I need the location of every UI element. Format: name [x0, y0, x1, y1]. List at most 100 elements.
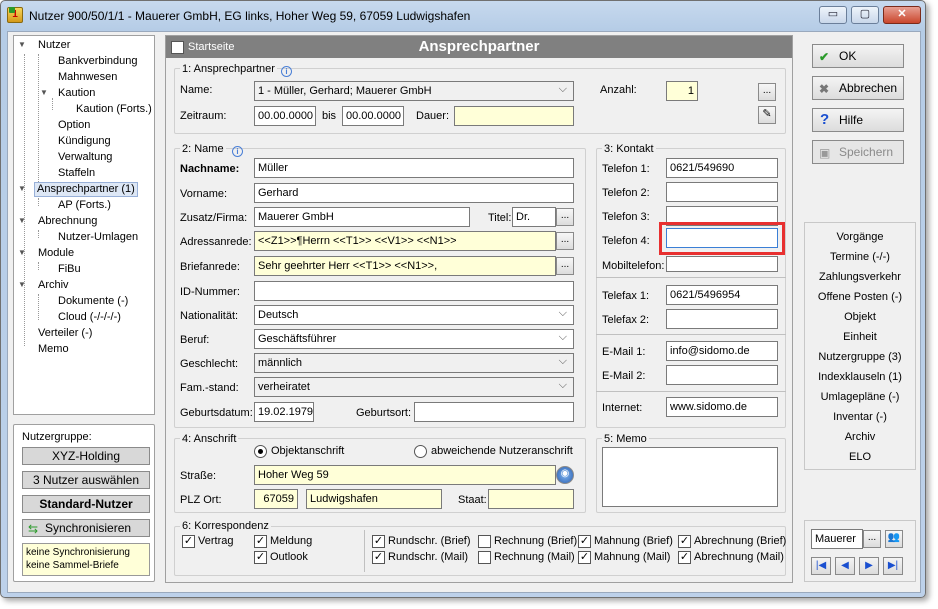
link-einheit[interactable]: Einheit — [805, 331, 915, 343]
link-vorgaenge[interactable]: Vorgänge — [805, 231, 915, 243]
zeitraum-to-input[interactable]: 00.00.0000 — [342, 106, 404, 126]
save-button[interactable]: ▣ Speichern — [812, 140, 904, 164]
info-icon-name[interactable]: i — [232, 146, 243, 157]
telefax1-input[interactable]: 0621/5496954 — [666, 285, 778, 305]
briefanrede-ellipsis-button[interactable]: ... — [556, 257, 574, 275]
geschlecht-select[interactable]: männlich — [254, 353, 574, 373]
titel-ellipsis-button[interactable]: ... — [556, 208, 574, 226]
tree-item-kaution[interactable]: Kaution — [58, 86, 95, 101]
briefanrede-input[interactable]: Sehr geehrter Herr <<T1>> <<N1>>, — [254, 256, 556, 276]
tree-item-kuendigung[interactable]: Kündigung — [58, 134, 111, 149]
note-icon[interactable]: ✎ — [758, 106, 776, 124]
email2-input[interactable] — [666, 365, 778, 385]
nutzeranschrift-radio[interactable] — [414, 445, 427, 458]
link-archiv[interactable]: Archiv — [805, 431, 915, 443]
rechnung-mail-checkbox[interactable] — [478, 551, 491, 564]
telefon2-input[interactable] — [666, 182, 778, 202]
tree-item-mahnwesen[interactable]: Mahnwesen — [58, 70, 117, 85]
geburtsort-input[interactable] — [414, 402, 574, 422]
rundschr-brief-checkbox[interactable]: ✓ — [372, 535, 385, 548]
dauer-input[interactable] — [454, 106, 574, 126]
abrechnung-mail-checkbox[interactable]: ✓ — [678, 551, 691, 564]
beruf-select[interactable]: Geschäftsführer — [254, 329, 574, 349]
vertrag-checkbox[interactable]: ✓ — [182, 535, 195, 548]
link-termine[interactable]: Termine (-/-) — [805, 251, 915, 263]
link-zahlungsverkehr[interactable]: Zahlungsverkehr — [805, 271, 915, 283]
mahnung-brief-checkbox[interactable]: ✓ — [578, 535, 591, 548]
link-offene-posten[interactable]: Offene Posten (-) — [805, 291, 915, 303]
users-icon[interactable]: 👥 — [885, 530, 903, 548]
telefon4-input[interactable] — [666, 228, 778, 248]
tree-item-fibu[interactable]: FiBu — [58, 262, 81, 277]
tree-item-nutzer[interactable]: Nutzer — [38, 38, 70, 53]
telefax2-input[interactable] — [666, 309, 778, 329]
tree-item-nutzer-umlagen[interactable]: Nutzer-Umlagen — [58, 230, 138, 245]
close-button[interactable]: ✕ — [883, 6, 921, 24]
geburtsdatum-input[interactable]: 19.02.1979 — [254, 402, 314, 422]
titel-input[interactable]: Dr. — [512, 207, 556, 227]
tree-item-option[interactable]: Option — [58, 118, 90, 133]
tree-item-memo[interactable]: Memo — [38, 342, 69, 357]
anzahl-ellipsis-button[interactable]: ... — [758, 83, 776, 101]
last-record-button[interactable]: ▶| — [883, 557, 903, 575]
search-input[interactable]: Mauerer — [811, 529, 863, 549]
plz-input[interactable]: 67059 — [254, 489, 298, 509]
id-input[interactable] — [254, 281, 574, 301]
link-inventar[interactable]: Inventar (-) — [805, 411, 915, 423]
link-nutzergruppe[interactable]: Nutzergruppe (3) — [805, 351, 915, 363]
staat-input[interactable] — [488, 489, 574, 509]
meldung-checkbox[interactable]: ✓ — [254, 535, 267, 548]
famstand-select[interactable]: verheiratet — [254, 377, 574, 397]
tree-item-cloud[interactable]: Cloud (-/-/-/-) — [58, 310, 121, 325]
link-elo[interactable]: ELO — [805, 451, 915, 463]
globe-icon[interactable]: ◉ — [556, 466, 574, 484]
adressanrede-ellipsis-button[interactable]: ... — [556, 232, 574, 250]
link-objekt[interactable]: Objekt — [805, 311, 915, 323]
name-select[interactable]: 1 - Müller, Gerhard; Mauerer GmbH — [254, 81, 574, 101]
outlook-checkbox[interactable]: ✓ — [254, 551, 267, 564]
ort-input[interactable]: Ludwigshafen — [306, 489, 442, 509]
link-indexklauseln[interactable]: Indexklauseln (1) — [805, 371, 915, 383]
tree-item-kaution-forts[interactable]: Kaution (Forts.) — [76, 102, 152, 117]
email1-input[interactable]: info@sidomo.de — [666, 341, 778, 361]
zeitraum-from-input[interactable]: 00.00.0000 — [254, 106, 316, 126]
tree-item-verteiler[interactable]: Verteiler (-) — [38, 326, 92, 341]
internet-input[interactable]: www.sidomo.de — [666, 397, 778, 417]
info-icon[interactable]: i — [281, 66, 292, 77]
mobiltelefon-input[interactable] — [666, 256, 778, 272]
first-record-button[interactable]: |◀ — [811, 557, 831, 575]
tree-item-staffeln[interactable]: Staffeln — [58, 166, 95, 181]
objektanschrift-radio[interactable] — [254, 445, 267, 458]
telefon1-input[interactable]: 0621/549690 — [666, 158, 778, 178]
ok-button[interactable]: ✔ OK — [812, 44, 904, 68]
sync-button[interactable]: ⇆ Synchronisieren — [22, 519, 150, 537]
tree-item-dokumente[interactable]: Dokumente (-) — [58, 294, 128, 309]
tree-item-archiv[interactable]: Archiv — [38, 278, 69, 293]
strasse-input[interactable]: Hoher Weg 59 — [254, 465, 556, 485]
next-record-button[interactable]: ▶ — [859, 557, 879, 575]
prev-record-button[interactable]: ◀ — [835, 557, 855, 575]
maximize-button[interactable]: ▢ — [851, 6, 879, 24]
link-umlageplaene[interactable]: Umlagepläne (-) — [805, 391, 915, 403]
tree-item-module[interactable]: Module — [38, 246, 74, 261]
mahnung-mail-checkbox[interactable]: ✓ — [578, 551, 591, 564]
minimize-button[interactable]: ▭ — [819, 6, 847, 24]
select-users-button[interactable]: 3 Nutzer auswählen — [22, 471, 150, 489]
memo-textarea[interactable] — [602, 447, 778, 507]
tree-item-ap-forts[interactable]: AP (Forts.) — [58, 198, 111, 213]
cancel-button[interactable]: ✖ Abbrechen — [812, 76, 904, 100]
nachname-input[interactable]: Müller — [254, 158, 574, 178]
zusatz-input[interactable]: Mauerer GmbH — [254, 207, 470, 227]
anzahl-input[interactable]: 1 — [666, 81, 698, 101]
nationalitaet-select[interactable]: Deutsch — [254, 305, 574, 325]
help-button[interactable]: ? Hilfe — [812, 108, 904, 132]
tree-item-ansprechpartner[interactable]: Ansprechpartner (1) — [34, 182, 138, 197]
rundschr-mail-checkbox[interactable]: ✓ — [372, 551, 385, 564]
tree-item-bankverbindung[interactable]: Bankverbindung — [58, 54, 138, 69]
tree-item-abrechnung[interactable]: Abrechnung — [38, 214, 97, 229]
abrechnung-brief-checkbox[interactable]: ✓ — [678, 535, 691, 548]
holding-button[interactable]: XYZ-Holding — [22, 447, 150, 465]
vorname-input[interactable]: Gerhard — [254, 183, 574, 203]
search-ellipsis-button[interactable]: ... — [863, 530, 881, 548]
adressanrede-input[interactable]: <<Z1>>¶Herrn <<T1>> <<V1>> <<N1>> — [254, 231, 556, 251]
